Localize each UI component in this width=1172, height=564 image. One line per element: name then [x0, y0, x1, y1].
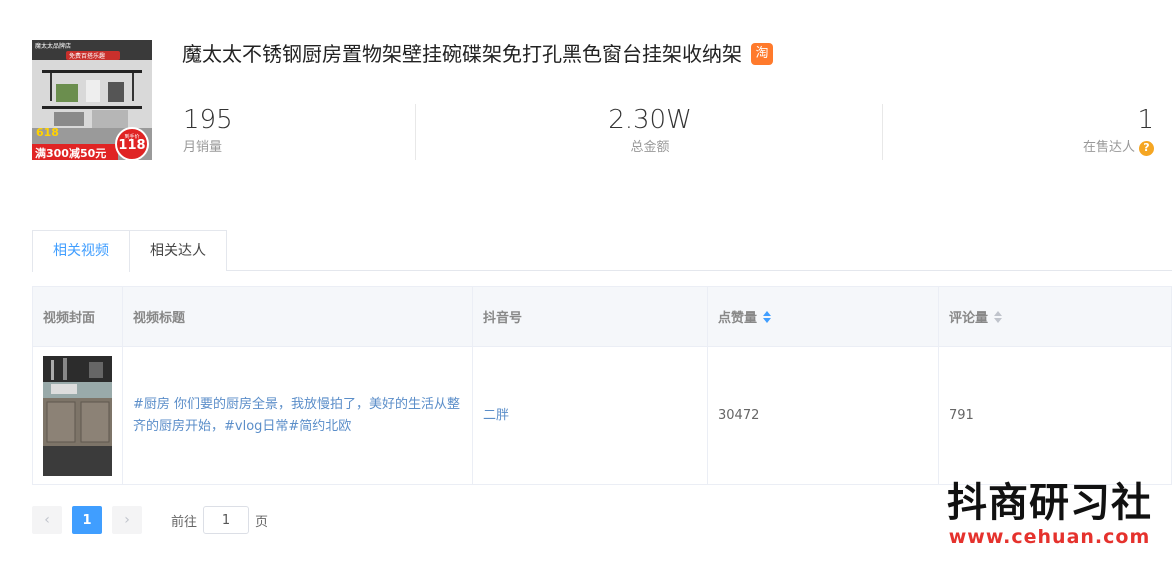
video-cover[interactable] — [43, 355, 112, 476]
header-title: 视频标题 — [123, 287, 473, 346]
thumb-price: 118 — [118, 138, 145, 153]
stat-label: 月销量 — [183, 140, 223, 155]
stat-monthly-sales: 195 月销量 — [183, 104, 233, 158]
goto-page-input[interactable] — [203, 506, 250, 534]
stat-label-row: 在售达人 ? — [1083, 138, 1154, 158]
thumb-promo: 满300减50元 — [35, 146, 106, 160]
watermark: 抖商研习社 www.cehuan.com — [947, 480, 1152, 548]
stat-total-amount: 2.30W 总金额 — [608, 104, 692, 158]
header-likes[interactable]: 点赞量 — [708, 287, 939, 346]
taobao-icon[interactable]: 淘 — [751, 43, 773, 65]
question-icon[interactable]: ? — [1139, 140, 1154, 156]
thumb-price-note: 到手价 — [124, 133, 139, 140]
sort-asc-icon[interactable] — [763, 310, 772, 316]
prev-page-icon[interactable]: ‹ — [32, 506, 62, 534]
stat-value: 2.30W — [608, 105, 692, 135]
product-title-row: 魔太太不锈钢厨房置物架壁挂碗碟架免打孔黑色窗台挂架收纳架 淘 — [182, 40, 773, 68]
header-cover: 视频封面 — [32, 287, 123, 346]
page-suffix: 页 — [255, 514, 269, 530]
pagination: ‹ 1 › 前往 页 — [32, 506, 268, 534]
stat-label: 总金额 — [630, 140, 670, 155]
sort-desc-icon[interactable] — [994, 317, 1003, 323]
stat-divider — [882, 104, 883, 160]
cell-cover — [32, 347, 123, 484]
goto-label: 前往 — [171, 514, 198, 530]
video-table: 视频封面 视频标题 抖音号 点赞量 评论量 #厨房 你们要的厨房全景，我放慢拍了… — [32, 286, 1172, 485]
stat-divider — [415, 104, 416, 160]
thumb-event: 618 — [36, 126, 59, 139]
cell-title: #厨房 你们要的厨房全景，我放慢拍了，美好的生活从整齐的厨房开始，#vlog日常… — [123, 347, 473, 484]
video-title-link[interactable]: #厨房 你们要的厨房全景，我放慢拍了，美好的生活从整齐的厨房开始，#vlog日常… — [133, 394, 462, 438]
product-image: 618 魔太太品牌店 免费百搭乐趣 满300减50元 118 到手价 — [32, 40, 152, 160]
sort-icon[interactable] — [994, 310, 1003, 323]
sort-desc-icon[interactable] — [763, 317, 772, 323]
next-page-icon[interactable]: › — [112, 506, 142, 534]
header-comments-label: 评论量 — [949, 311, 989, 326]
table-row: #厨房 你们要的厨房全景，我放慢拍了，美好的生活从整齐的厨房开始，#vlog日常… — [32, 347, 1172, 485]
header-douyin-id: 抖音号 — [473, 287, 708, 346]
sort-asc-icon[interactable] — [994, 310, 1003, 316]
sort-icon[interactable] — [763, 310, 772, 323]
watermark-url: www.cehuan.com — [948, 526, 1151, 548]
product-title[interactable]: 魔太太不锈钢厨房置物架壁挂碗碟架免打孔黑色窗台挂架收纳架 — [182, 40, 742, 68]
watermark-title: 抖商研习社 — [947, 480, 1152, 526]
stat-value: 195 — [183, 105, 233, 135]
tab-related-creators[interactable]: 相关达人 — [129, 230, 227, 271]
header-likes-label: 点赞量 — [718, 311, 758, 326]
cell-comments: 791 — [939, 347, 1172, 484]
product-thumbnail[interactable]: 618 魔太太品牌店 免费百搭乐趣 满300减50元 118 到手价 — [32, 40, 152, 160]
stat-value: 1 — [1137, 105, 1154, 135]
cell-likes: 30472 — [708, 347, 939, 484]
thumb-banner: 免费百搭乐趣 — [69, 52, 105, 60]
tab-related-videos[interactable]: 相关视频 — [32, 230, 130, 272]
stat-creators: 1 在售达人 ? — [1083, 104, 1154, 158]
stat-label: 在售达人 — [1082, 140, 1135, 155]
douyin-id-link[interactable]: 二胖 — [483, 405, 509, 427]
thumb-brand: 魔太太品牌店 — [35, 42, 71, 50]
table-header: 视频封面 视频标题 抖音号 点赞量 评论量 — [32, 287, 1172, 347]
header-comments[interactable]: 评论量 — [939, 287, 1172, 346]
page-number-current[interactable]: 1 — [72, 506, 102, 534]
tab-bar: 相关视频 相关达人 — [32, 230, 1172, 272]
cell-douyin-id: 二胖 — [473, 347, 708, 484]
video-cover-image — [43, 355, 112, 476]
